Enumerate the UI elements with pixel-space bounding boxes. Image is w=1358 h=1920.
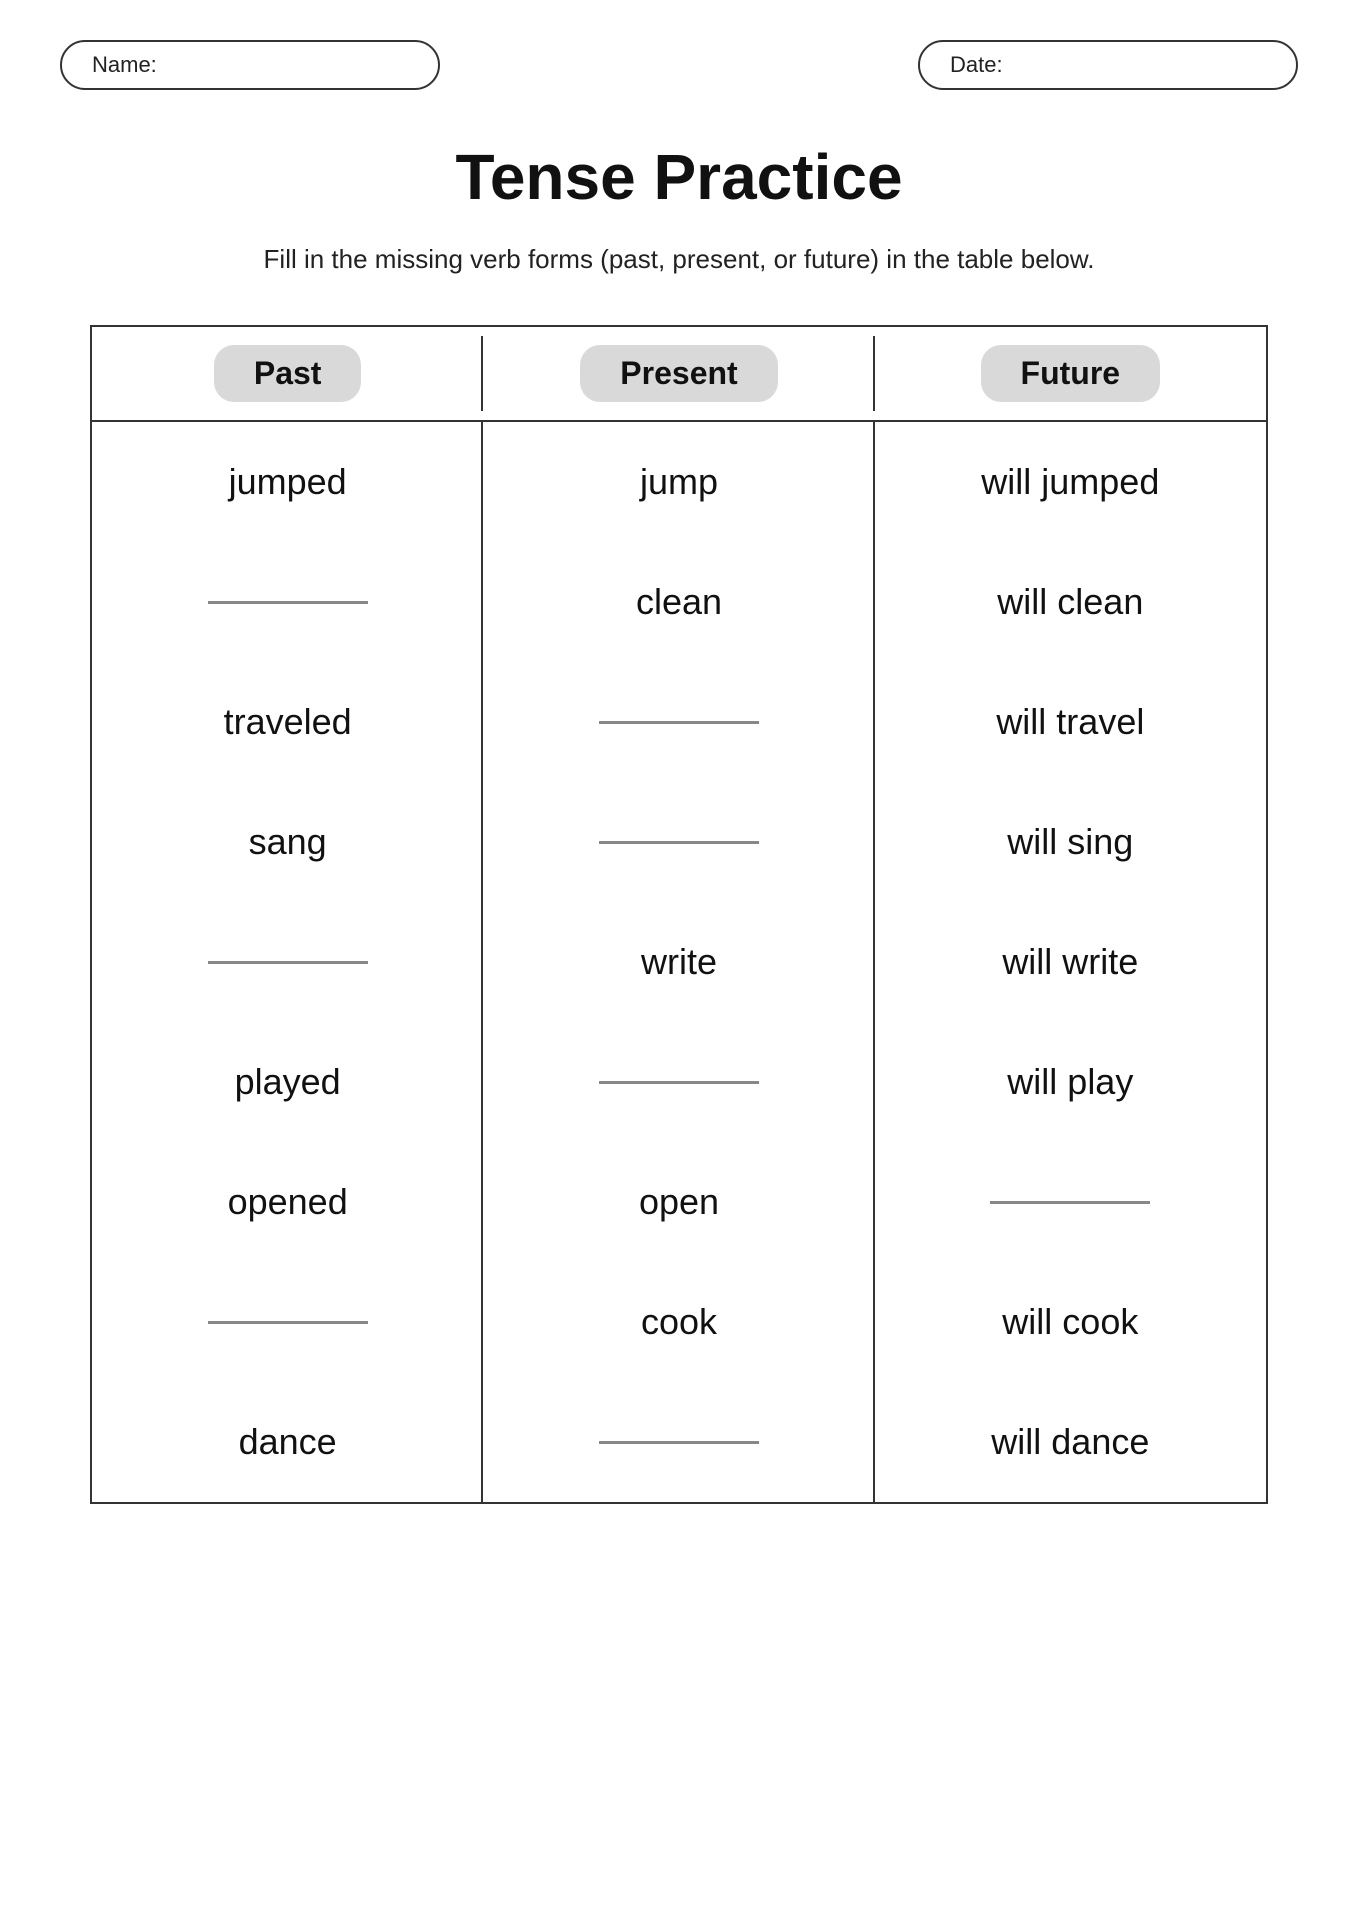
- cell-past-2: traveled: [92, 662, 483, 782]
- table-body: jumped traveledsang playedopened dance jump…: [92, 422, 1266, 1502]
- blank-line-present-8: [599, 1441, 759, 1444]
- blank-line-present-5: [599, 1081, 759, 1084]
- cell-future-2: will travel: [875, 662, 1266, 782]
- name-label: Name:: [92, 52, 157, 77]
- blank-line-past-1: [208, 601, 368, 604]
- table-header: Past Present Future: [92, 327, 1266, 422]
- cell-future-4: will write: [875, 902, 1266, 1022]
- past-column: jumped traveledsang playedopened dance: [92, 422, 483, 1502]
- cell-future-1: will clean: [875, 542, 1266, 662]
- cell-present-4: write: [483, 902, 874, 1022]
- cell-future-7: will cook: [875, 1262, 1266, 1382]
- top-bar: Name: Date:: [60, 40, 1298, 90]
- cell-past-3: sang: [92, 782, 483, 902]
- cell-future-6: [875, 1142, 1266, 1262]
- blank-line-past-7: [208, 1321, 368, 1324]
- cell-future-8: will dance: [875, 1382, 1266, 1502]
- col-header-present: Present: [483, 327, 874, 420]
- cell-past-5: played: [92, 1022, 483, 1142]
- cell-present-3: [483, 782, 874, 902]
- blank-line-present-3: [599, 841, 759, 844]
- cell-past-7: [92, 1262, 483, 1382]
- cell-past-1: [92, 542, 483, 662]
- cell-past-0: jumped: [92, 422, 483, 542]
- cell-past-4: [92, 902, 483, 1022]
- blank-line-future-6: [990, 1201, 1150, 1204]
- cell-present-5: [483, 1022, 874, 1142]
- cell-future-0: will jumped: [875, 422, 1266, 542]
- past-header-label: Past: [214, 345, 362, 402]
- cell-present-8: [483, 1382, 874, 1502]
- future-column: will jumpedwill cleanwill travelwill sin…: [875, 422, 1266, 1502]
- cell-future-5: will play: [875, 1022, 1266, 1142]
- name-field: Name:: [60, 40, 440, 90]
- present-header-label: Present: [580, 345, 777, 402]
- cell-present-1: clean: [483, 542, 874, 662]
- future-header-label: Future: [981, 345, 1161, 402]
- cell-present-0: jump: [483, 422, 874, 542]
- col-header-past: Past: [92, 327, 483, 420]
- cell-present-2: [483, 662, 874, 782]
- date-label: Date:: [950, 52, 1003, 77]
- cell-present-7: cook: [483, 1262, 874, 1382]
- date-field: Date:: [918, 40, 1298, 90]
- cell-present-6: open: [483, 1142, 874, 1262]
- blank-line-past-4: [208, 961, 368, 964]
- page-title: Tense Practice: [60, 140, 1298, 214]
- col-header-future: Future: [875, 327, 1266, 420]
- cell-future-3: will sing: [875, 782, 1266, 902]
- tense-table: Past Present Future jumped traveledsang pl…: [90, 325, 1268, 1504]
- present-column: jumpclean write opencook: [483, 422, 874, 1502]
- blank-line-present-2: [599, 721, 759, 724]
- instructions: Fill in the missing verb forms (past, pr…: [60, 244, 1298, 275]
- cell-past-6: opened: [92, 1142, 483, 1262]
- cell-past-8: dance: [92, 1382, 483, 1502]
